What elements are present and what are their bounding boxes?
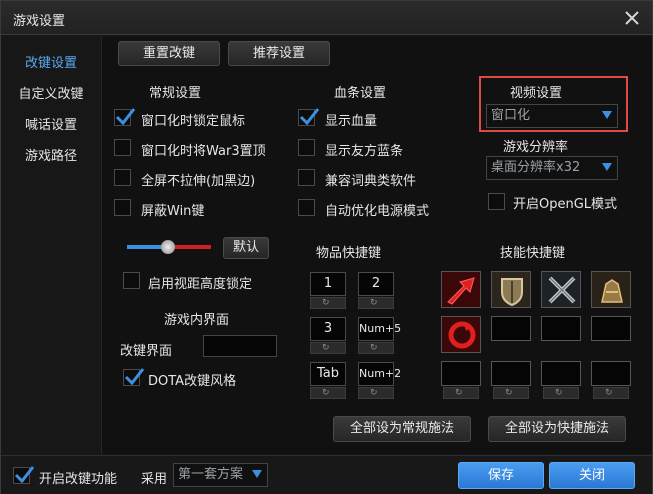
label-dictionary-compat: 兼容词典类软件: [325, 174, 417, 189]
label-view-lock: 启用视距高度锁定: [148, 277, 253, 292]
skill-slot-empty[interactable]: [491, 361, 531, 386]
checkbox-war3-topmost[interactable]: [114, 139, 131, 156]
label-dota-style: DOTA改键风格: [148, 374, 237, 389]
label-show-hp: 显示血量: [325, 114, 378, 129]
set-all-quick-cast-button[interactable]: 全部设为快捷施法: [488, 416, 626, 442]
sidebar-item-custom-keybind[interactable]: 自定义改键: [1, 83, 101, 102]
skill-slot-stop[interactable]: [441, 316, 481, 353]
general-settings-title: 常规设置: [149, 86, 202, 101]
scheme-select[interactable]: 第一套方案: [173, 463, 268, 487]
set-all-normal-cast-button[interactable]: 全部设为常规施法: [333, 416, 471, 442]
skill-slot-empty[interactable]: [591, 316, 631, 341]
hold-position-icon: [592, 272, 630, 307]
label-remap-ui: 改键界面: [120, 344, 173, 359]
stop-icon: [442, 317, 480, 352]
label-enable-keybind: 开启改键功能: [39, 472, 118, 487]
skill-slot-empty[interactable]: [441, 361, 481, 386]
resolution-select[interactable]: 桌面分辨率x32: [486, 156, 618, 180]
sidebar: 改键设置 自定义改键 喊话设置 游戏路径: [1, 36, 101, 454]
item-slot-6-handle[interactable]: ↻: [358, 387, 394, 399]
skill-slot-empty[interactable]: [541, 361, 581, 386]
item-slot-1-handle[interactable]: ↻: [310, 297, 346, 309]
display-mode-select[interactable]: 窗口化: [486, 104, 618, 128]
label-power-mode: 自动优化电源模式: [325, 204, 430, 219]
item-slot-2-handle[interactable]: ↻: [358, 297, 394, 309]
item-slot-5-handle[interactable]: ↻: [310, 387, 346, 399]
sidebar-item-keybind[interactable]: 改键设置: [1, 52, 101, 71]
item-slot-2[interactable]: 2: [358, 272, 394, 296]
game-ui-title: 游戏内界面: [164, 313, 230, 328]
healthbar-settings-title: 血条设置: [334, 86, 387, 101]
close-icon[interactable]: [621, 7, 643, 29]
level-slider[interactable]: [127, 239, 211, 255]
checkbox-dictionary-compat[interactable]: [298, 169, 315, 186]
remap-ui-input[interactable]: [203, 335, 277, 357]
check-icon: [299, 108, 320, 126]
crossed-swords-icon: [542, 272, 580, 307]
checkbox-ally-mana[interactable]: [298, 139, 315, 156]
move-arrow-icon: [442, 272, 480, 307]
check-icon: [14, 466, 35, 484]
skill-slot-handle[interactable]: ↻: [593, 387, 629, 399]
sidebar-item-chat[interactable]: 喊话设置: [1, 114, 101, 133]
skill-hotkeys-title: 技能快捷键: [500, 246, 566, 261]
item-hotkeys-title: 物品快捷键: [316, 246, 382, 261]
skill-slot-defend[interactable]: [491, 271, 531, 308]
settings-window: 游戏设置 改键设置 自定义改键 喊话设置 游戏路径 重置改键 推荐设置 常规设置…: [0, 0, 653, 494]
item-slot-6[interactable]: Num+2: [358, 362, 401, 386]
chevron-down-icon: [602, 163, 612, 171]
video-settings-title: 视频设置: [510, 86, 563, 101]
checkbox-enable-keybind[interactable]: [13, 466, 35, 484]
item-slot-4-handle[interactable]: ↻: [358, 342, 394, 354]
checkbox-view-lock[interactable]: [123, 272, 140, 289]
check-icon: [124, 368, 145, 386]
item-slot-1[interactable]: 1: [310, 272, 346, 296]
skill-slot-hold[interactable]: [591, 271, 631, 308]
skill-slot-move[interactable]: [441, 271, 481, 308]
label-block-win: 屏蔽Win键: [141, 204, 205, 219]
close-button[interactable]: 关闭: [549, 462, 635, 489]
skill-slot-handle[interactable]: ↻: [493, 387, 529, 399]
skill-slot-empty[interactable]: [591, 361, 631, 386]
title-bar: 游戏设置: [1, 1, 652, 35]
window-title: 游戏设置: [13, 14, 66, 29]
display-mode-value: 窗口化: [491, 108, 531, 123]
check-icon: [115, 108, 136, 126]
skill-slot-handle[interactable]: ↻: [543, 387, 579, 399]
label-use-scheme: 采用: [141, 472, 168, 487]
label-lock-mouse: 窗口化时锁定鼠标: [141, 114, 246, 129]
chevron-down-icon: [602, 111, 612, 119]
sidebar-item-game-path[interactable]: 游戏路径: [1, 145, 101, 164]
checkbox-dota-style[interactable]: [123, 368, 145, 386]
label-opengl: 开启OpenGL模式: [513, 197, 618, 212]
skill-slot-attack[interactable]: [541, 271, 581, 308]
checkbox-show-hp[interactable]: [298, 108, 320, 126]
reset-keybind-button[interactable]: 重置改键: [118, 41, 220, 66]
default-button[interactable]: 默认: [223, 237, 269, 259]
chevron-down-icon: [252, 470, 262, 478]
label-war3-topmost: 窗口化时将War3置顶: [141, 144, 266, 159]
item-slot-3[interactable]: 3: [310, 317, 346, 341]
checkbox-block-win[interactable]: [114, 199, 131, 216]
resolution-value: 桌面分辨率x32: [491, 160, 581, 175]
skill-slot-empty[interactable]: [491, 316, 531, 341]
label-no-stretch: 全屏不拉伸(加黑边): [141, 174, 256, 189]
checkbox-no-stretch[interactable]: [114, 169, 131, 186]
scheme-value: 第一套方案: [178, 467, 244, 482]
resolution-title: 游戏分辨率: [503, 140, 569, 155]
shield-icon: [492, 272, 530, 307]
save-button[interactable]: 保存: [458, 462, 544, 489]
recommend-settings-button[interactable]: 推荐设置: [228, 41, 330, 66]
label-ally-mana: 显示友方蓝条: [325, 144, 404, 159]
checkbox-opengl[interactable]: [488, 193, 505, 210]
checkbox-lock-mouse[interactable]: [114, 108, 136, 126]
skill-slot-handle[interactable]: ↻: [443, 387, 479, 399]
item-slot-4[interactable]: Num+5: [358, 317, 401, 341]
skill-slot-empty[interactable]: [541, 316, 581, 341]
slider-thumb[interactable]: [161, 240, 175, 254]
checkbox-power-mode[interactable]: [298, 199, 315, 216]
item-slot-3-handle[interactable]: ↻: [310, 342, 346, 354]
item-slot-5[interactable]: Tab: [310, 362, 346, 386]
